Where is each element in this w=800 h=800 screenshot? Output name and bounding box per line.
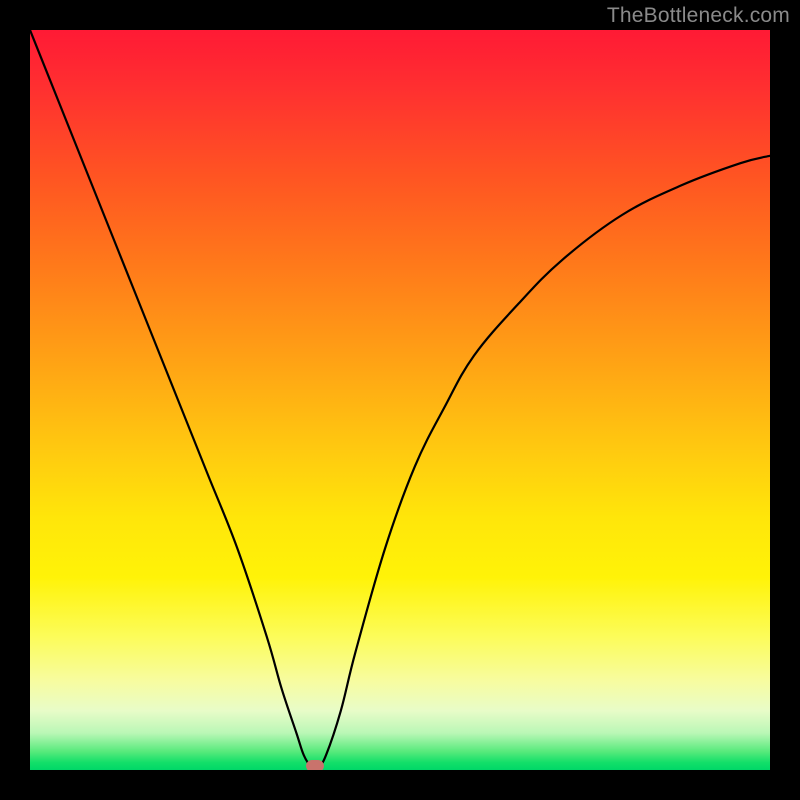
chart-frame: TheBottleneck.com	[0, 0, 800, 800]
curve-svg	[30, 30, 770, 770]
minimum-marker	[306, 760, 324, 770]
plot-area	[30, 30, 770, 770]
bottleneck-curve	[30, 30, 770, 768]
watermark-text: TheBottleneck.com	[607, 4, 790, 28]
